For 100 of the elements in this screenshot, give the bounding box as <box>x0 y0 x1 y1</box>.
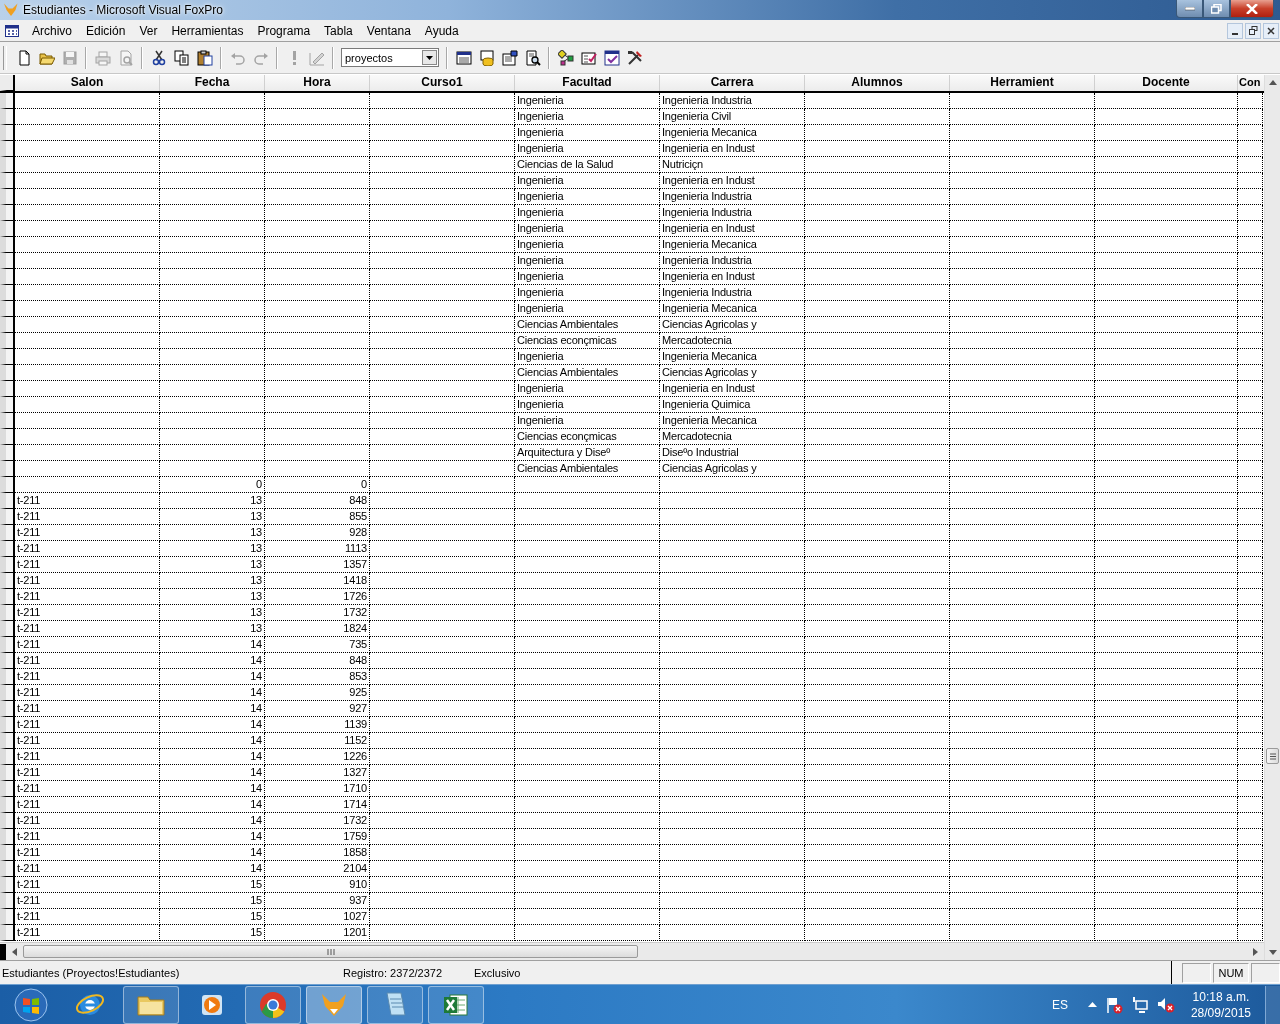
column-header[interactable]: Herramient <box>950 75 1095 91</box>
row-selector[interactable] <box>0 701 15 717</box>
menu-item[interactable]: Tabla <box>317 23 360 38</box>
split-bar[interactable] <box>0 943 6 960</box>
row-selector[interactable] <box>0 557 15 573</box>
row-selector[interactable] <box>0 765 15 781</box>
table-cell <box>1238 749 1263 765</box>
language-indicator[interactable]: ES <box>1051 997 1068 1012</box>
row-selector[interactable] <box>0 189 15 205</box>
scroll-up-icon[interactable] <box>1268 80 1277 85</box>
row-selector[interactable] <box>0 685 15 701</box>
row-selector[interactable] <box>0 109 15 125</box>
close-icon <box>1246 3 1258 14</box>
row-selector[interactable] <box>0 893 15 909</box>
flag-icon[interactable] <box>1104 995 1123 1014</box>
row-selector[interactable] <box>0 285 15 301</box>
column-header[interactable]: Alumnos <box>805 75 950 91</box>
clock-time[interactable]: 10:18 a.m. <box>1192 988 1250 1005</box>
restore-button[interactable] <box>1245 22 1261 39</box>
minimize-button[interactable] <box>1176 0 1203 18</box>
row-selector[interactable] <box>0 381 15 397</box>
row-selector[interactable] <box>0 429 15 445</box>
menu-item[interactable]: Ver <box>132 23 165 38</box>
row-selector[interactable] <box>0 221 15 237</box>
row-selector[interactable] <box>0 317 15 333</box>
scroll-left-icon[interactable] <box>12 947 17 956</box>
row-selector[interactable] <box>0 845 15 861</box>
table-cell: t-211 <box>15 877 160 893</box>
minimize-button[interactable] <box>1227 22 1243 39</box>
notepad-icon[interactable] <box>367 985 423 1024</box>
scrollbar-thumb[interactable] <box>23 945 638 958</box>
close-button[interactable] <box>1230 0 1274 18</box>
row-selector[interactable] <box>0 861 15 877</box>
column-header[interactable]: Salon <box>15 75 160 91</box>
row-selector[interactable] <box>0 173 15 189</box>
row-selector[interactable] <box>0 573 15 589</box>
row-selector[interactable] <box>0 653 15 669</box>
row-selector[interactable] <box>0 637 15 653</box>
row-selector[interactable] <box>0 829 15 845</box>
row-selector[interactable] <box>0 493 15 509</box>
row-selector[interactable] <box>0 509 15 525</box>
row-selector[interactable] <box>0 813 15 829</box>
column-header[interactable]: Facultad <box>515 75 660 91</box>
row-selector[interactable] <box>0 413 15 429</box>
menu-item[interactable]: Ventana <box>359 23 418 38</box>
row-selector[interactable] <box>0 925 15 941</box>
network-icon[interactable] <box>1130 995 1149 1014</box>
scroll-right-icon[interactable] <box>1253 947 1258 956</box>
row-selector[interactable] <box>0 541 15 557</box>
row-selector[interactable] <box>0 605 15 621</box>
spreadsheet-icon[interactable] <box>428 985 484 1024</box>
column-header[interactable]: Curso1 <box>370 75 515 91</box>
row-selector[interactable] <box>0 461 15 477</box>
row-selector[interactable] <box>0 157 15 173</box>
show-desktop-button[interactable] <box>1265 985 1280 1024</box>
clock-date[interactable]: 28/09/2015 <box>1190 1004 1251 1021</box>
row-selector[interactable] <box>0 301 15 317</box>
row-selector[interactable] <box>0 621 15 637</box>
row-selector[interactable] <box>0 93 15 109</box>
up-arrow-icon[interactable] <box>1087 1002 1097 1007</box>
row-selector[interactable] <box>0 333 15 349</box>
menu-item[interactable]: Herramientas <box>164 23 251 38</box>
row-selector[interactable] <box>0 125 15 141</box>
column-header[interactable]: Fecha <box>160 75 265 91</box>
row-selector[interactable] <box>0 589 15 605</box>
column-header[interactable]: Hora <box>265 75 370 91</box>
row-selector[interactable] <box>0 365 15 381</box>
row-selector[interactable] <box>0 877 15 893</box>
fox-icon[interactable] <box>306 985 362 1024</box>
menu-item[interactable]: Ayuda <box>417 23 466 38</box>
close-button[interactable] <box>1263 22 1279 39</box>
row-selector[interactable] <box>0 237 15 253</box>
row-selector[interactable] <box>0 477 15 493</box>
row-selector[interactable] <box>0 397 15 413</box>
row-selector[interactable] <box>0 349 15 365</box>
row-selector[interactable] <box>0 733 15 749</box>
project-dropdown[interactable]: proyectos <box>341 48 439 67</box>
row-selector[interactable] <box>0 269 15 285</box>
folder-icon[interactable] <box>123 985 179 1024</box>
row-selector[interactable] <box>0 717 15 733</box>
row-selector[interactable] <box>0 749 15 765</box>
column-header[interactable]: Carrera <box>660 75 805 91</box>
row-selector[interactable] <box>0 909 15 925</box>
row-selector[interactable] <box>0 797 15 813</box>
menu-item[interactable]: Programa <box>250 23 318 38</box>
row-selector[interactable] <box>0 253 15 269</box>
row-selector[interactable] <box>0 205 15 221</box>
row-selector[interactable] <box>0 445 15 461</box>
column-header[interactable]: Con <box>1238 75 1263 91</box>
restore-button[interactable] <box>1203 0 1230 18</box>
row-selector[interactable] <box>0 525 15 541</box>
table-icon[interactable] <box>5 24 19 37</box>
row-selector[interactable] <box>0 141 15 157</box>
column-header[interactable]: Docente <box>1095 75 1238 91</box>
row-selector[interactable] <box>0 781 15 797</box>
row-selector[interactable] <box>0 669 15 685</box>
scrollbar-thumb[interactable] <box>1266 748 1279 764</box>
menu-item[interactable]: Edición <box>79 23 133 38</box>
scroll-down-icon[interactable] <box>1268 950 1277 955</box>
menu-item[interactable]: Archivo <box>25 23 79 38</box>
